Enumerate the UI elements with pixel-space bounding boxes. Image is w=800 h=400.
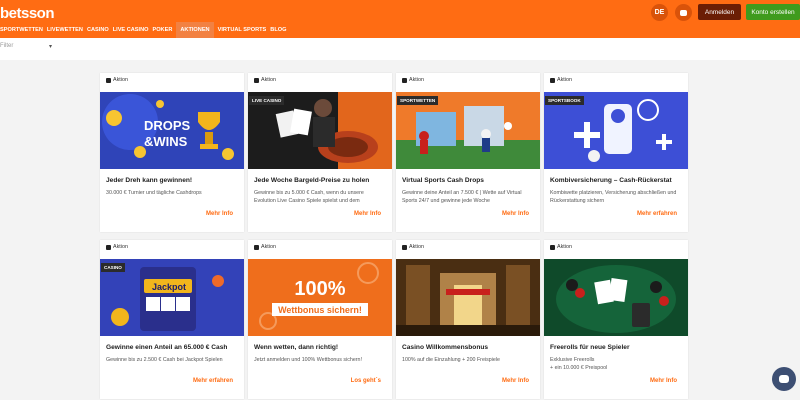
card-header: Aktion [100,240,244,259]
tag-icon [254,78,259,83]
wettbonus-big-text: 100% [294,278,345,300]
card-tag: Aktion [409,77,424,83]
svg-text:DROPS: DROPS [144,118,191,133]
card-title: Kombiversicherung – Cash-Rückerstat [550,177,672,184]
promo-card[interactable]: Aktion SPORTSBOOK Kombiversicherung – Ca… [544,73,688,232]
tag-icon [550,245,555,250]
nav-item-poker[interactable]: POKER [152,22,176,38]
promo-card[interactable]: Aktion 100% Wettbonus sichern! Wenn wett… [248,240,392,399]
promo-card[interactable]: Aktion Freerolls für neue Spieler Exklus… [544,240,688,399]
card-link[interactable]: Mehr Info [206,211,233,217]
card-badge: LIVE CASINO [249,96,285,105]
card-link[interactable]: Los geht´s [351,378,381,384]
card-tag: Aktion [113,77,128,83]
card-image[interactable] [544,259,688,336]
card-header: Aktion [100,73,244,92]
card-description: 100% auf die Einzahlung + 200 Freispiele [402,357,500,363]
main-nav: SPORTWETTEN LIVEWETTEN CASINO LIVE CASIN… [0,22,290,38]
card-header: Aktion [544,240,688,259]
card-title: Virtual Sports Cash Drops [402,177,484,184]
promo-card[interactable]: Aktion Jackpot CASINO Gewinne einen Ante… [100,240,244,399]
card-description: Jetzt anmelden und 100% Wettbonus sicher… [254,357,362,363]
promo-card[interactable]: Aktion Casino Willkommensbonus 100% auf … [396,240,540,399]
card-badge: SPORTSBOOK [545,96,584,105]
card-description: Gewinne bis zu 2.500 € Cash bei Jackpot … [106,357,223,363]
svg-text:&WINS: &WINS [144,134,188,149]
drops-and-wins-image: DROPS &WINS [100,92,244,169]
card-title: Gewinne einen Anteil an 65.000 € Cash [106,344,228,351]
card-badge: CASINO [101,263,125,272]
nav-item-sportwetten[interactable]: SPORTWETTEN [0,22,47,38]
card-title: Jeder Dreh kann gewinnen! [106,177,193,184]
logo[interactable]: betsson [0,5,55,22]
tag-icon [254,245,259,250]
card-title: Wenn wetten, dann richtig! [254,344,339,351]
nav-item-virtual-sports[interactable]: VIRTUAL SPORTS [218,22,271,38]
promo-card[interactable]: Aktion SPORTWETTEN Virtual Sports Cash D… [396,73,540,232]
language-selector[interactable]: DE [651,4,668,21]
card-header: Aktion [396,240,540,259]
card-header: Aktion [396,73,540,92]
card-header: Aktion [544,73,688,92]
promo-card[interactable]: Aktion LIVE CASINO Jede Woche Bargeld-Pr… [248,73,392,232]
chat-icon [779,375,789,383]
card-link[interactable]: Mehr erfahren [637,211,677,217]
card-tag: Aktion [261,244,276,250]
tag-icon [106,245,111,250]
card-image[interactable]: SPORTWETTEN [396,92,540,169]
nav-item-livewetten[interactable]: LIVEWETTEN [47,22,87,38]
filter-dropdown[interactable]: Filter ▾ [0,43,52,55]
card-image[interactable]: SPORTSBOOK [544,92,688,169]
poker-image [544,259,688,336]
card-tag: Aktion [557,244,572,250]
card-header: Aktion [248,73,392,92]
tag-icon [106,78,111,83]
tag-icon [402,78,407,83]
card-badge: SPORTWETTEN [397,96,439,105]
card-tag: Aktion [261,77,276,83]
filter-label: Filter [0,43,14,49]
card-link[interactable]: Mehr Info [502,378,529,384]
temple-image [396,259,540,336]
card-link[interactable]: Mehr Info [502,211,529,217]
card-header: Aktion [248,240,392,259]
promo-card[interactable]: Aktion DROPS &WINS Jeder Dreh kann gewin… [100,73,244,232]
card-description: Exklusive Freerolls + ein 10.000 € Preis… [550,357,608,371]
card-tag: Aktion [557,77,572,83]
chevron-down-icon: ▾ [48,44,52,50]
wettbonus-image: 100% Wettbonus sichern! [248,259,392,336]
card-title: Jede Woche Bargeld-Preise zu holen [254,177,370,184]
card-description: Gewinne deine Anteil an 7.500 € | Wette … [402,190,522,204]
card-image[interactable]: DROPS &WINS [100,92,244,169]
card-link[interactable]: Mehr Info [354,211,381,217]
card-tag: Aktion [113,244,128,250]
nav-item-aktionen[interactable]: AKTIONEN [176,22,214,38]
login-button[interactable]: Anmelden [698,4,741,20]
nav-item-live-casino[interactable]: LIVE CASINO [113,22,153,38]
register-button[interactable]: Konto erstellen [746,4,800,20]
card-description: Gewinne bis zu 5.000 € Cash, wenn du uns… [254,190,364,204]
card-title: Casino Willkommensbonus [402,344,489,351]
filter-row: Filter ▾ [0,38,800,60]
card-image[interactable]: 100% Wettbonus sichern! [248,259,392,336]
card-link[interactable]: Mehr Info [650,378,677,384]
chat-widget-button[interactable] [772,367,796,391]
card-title: Freerolls für neue Spieler [550,344,630,351]
card-description: 30.000 € Turnier und tägliche Cashdrops [106,190,202,196]
svg-text:Jackpot: Jackpot [152,282,186,292]
card-tag: Aktion [409,244,424,250]
nav-item-blog[interactable]: BLOG [270,22,290,38]
card-image[interactable]: LIVE CASINO [248,92,392,169]
card-link[interactable]: Mehr erfahren [193,378,233,384]
card-image[interactable] [396,259,540,336]
wettbonus-small-text: Wettbonus sichern! [278,305,362,315]
card-image[interactable]: Jackpot CASINO [100,259,244,336]
tag-icon [402,245,407,250]
chat-button[interactable] [675,4,692,21]
tag-icon [550,78,555,83]
nav-item-casino[interactable]: CASINO [87,22,113,38]
chat-icon [680,9,687,16]
card-description: Kombiwette platzieren, Versicherung absc… [550,190,677,204]
top-bar: betsson DE Anmelden Konto erstellen SPOR… [0,0,800,38]
